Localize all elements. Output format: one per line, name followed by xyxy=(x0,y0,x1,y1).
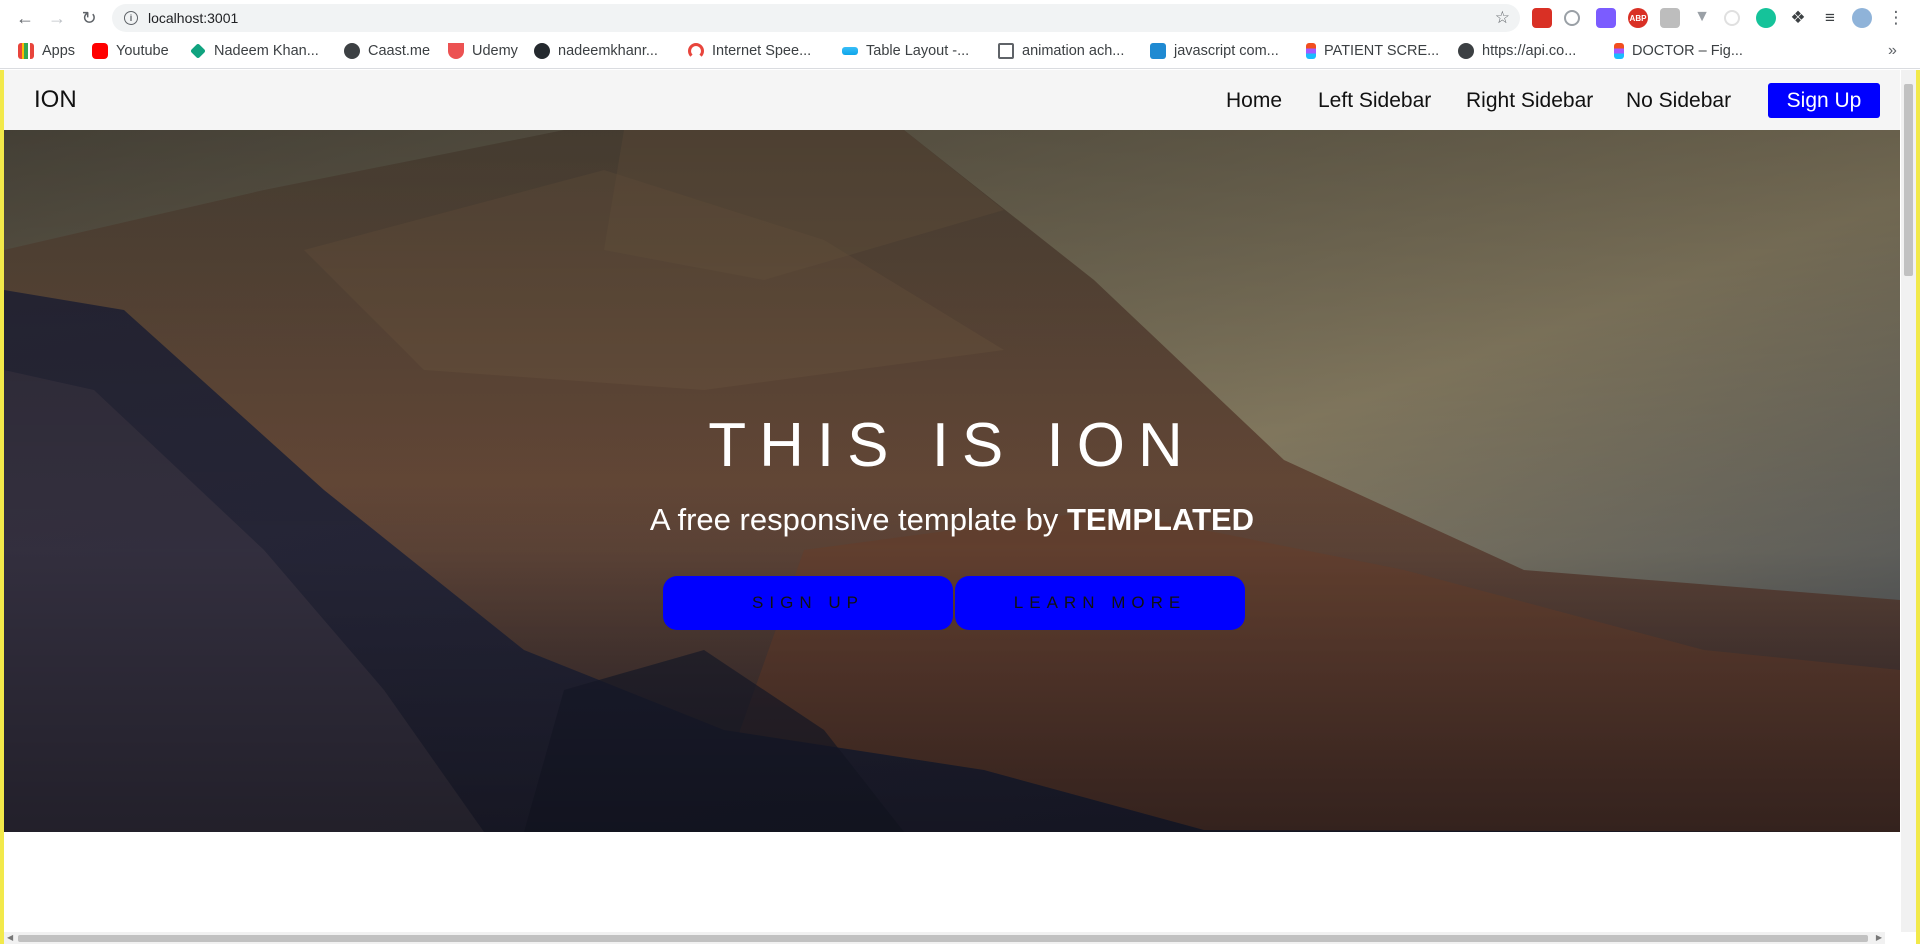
bookmark-label: animation ach... xyxy=(1022,43,1125,59)
figma-icon xyxy=(1614,43,1624,59)
figma-icon xyxy=(1306,43,1316,59)
bookmark-github[interactable]: nadeemkhanr... xyxy=(534,41,658,61)
site-header: ION Home Left Sidebar Right Sidebar No S… xyxy=(4,70,1900,130)
bookmark-label: javascript com... xyxy=(1174,43,1279,59)
page-viewport: ION Home Left Sidebar Right Sidebar No S… xyxy=(0,70,1920,944)
hero-subtitle-text: A free responsive template by xyxy=(649,502,1067,537)
github-icon xyxy=(534,43,550,59)
bookmark-internet-speed[interactable]: Internet Spee... xyxy=(688,41,811,61)
hero-learn-more-button[interactable]: Learn More xyxy=(955,576,1245,630)
diamond-icon xyxy=(190,43,206,59)
hero-subtitle: A free responsive template by TEMPLATED xyxy=(4,502,1900,538)
apps-grid-icon xyxy=(18,43,34,59)
browser-chrome: ← → ↻ i localhost:3001 ☆ ABP ▼ ❖ ≡ ⋮ App… xyxy=(0,0,1920,70)
bookmark-label: Caast.me xyxy=(368,43,431,59)
extension-icon[interactable] xyxy=(1564,10,1580,26)
bookmark-label: PATIENT SCRE... xyxy=(1324,43,1440,59)
bookmark-patient-screen[interactable]: PATIENT SCRE... xyxy=(1306,41,1439,61)
bookmark-label: Apps xyxy=(42,43,76,59)
extension-icon[interactable] xyxy=(1532,8,1552,28)
address-bar[interactable]: i localhost:3001 ☆ xyxy=(112,4,1520,32)
globe-icon xyxy=(344,43,360,59)
scroll-right-arrow-icon[interactable]: ▶ xyxy=(1876,933,1882,942)
profile-avatar-icon[interactable] xyxy=(1852,8,1872,28)
bookmark-label: Table Layout -... xyxy=(866,43,970,59)
vertical-scroll-thumb[interactable] xyxy=(1904,84,1913,276)
bookmark-nadeem-khan[interactable]: Nadeem Khan... xyxy=(190,41,319,61)
bookmark-label: Youtube xyxy=(116,43,169,59)
horizontal-scroll-thumb[interactable] xyxy=(18,935,1868,942)
bookmark-api[interactable]: https://api.co... xyxy=(1458,41,1576,61)
hero-title: THIS IS ION xyxy=(708,411,1196,480)
bookmark-udemy[interactable]: Udemy xyxy=(448,41,518,61)
bookmark-apps[interactable]: Apps xyxy=(18,41,75,61)
hero-banner: THIS IS ION A free responsive template b… xyxy=(4,130,1900,832)
grammarly-icon[interactable] xyxy=(1756,8,1776,28)
horizontal-scrollbar[interactable]: ◀ ▶ xyxy=(4,932,1885,944)
nav-right-sidebar[interactable]: Right Sidebar xyxy=(1466,89,1593,113)
udemy-icon xyxy=(448,43,464,59)
site-info-icon[interactable]: i xyxy=(124,11,138,25)
bookmark-label: Udemy xyxy=(472,43,518,59)
bookmark-label: DOCTOR – Fig... xyxy=(1632,43,1743,59)
bookmark-table-layout[interactable]: Table Layout -... xyxy=(842,41,969,61)
bookmark-javascript[interactable]: javascript com... xyxy=(1150,41,1279,61)
hero-signup-button[interactable]: Sign Up xyxy=(663,576,953,630)
adblock-icon[interactable]: ABP xyxy=(1628,8,1648,28)
bookmark-label: nadeemkhanr... xyxy=(558,43,658,59)
nav-left-sidebar[interactable]: Left Sidebar xyxy=(1318,89,1431,113)
tailwind-icon xyxy=(842,47,858,55)
bookmark-label: Internet Spee... xyxy=(712,43,812,59)
reading-list-icon[interactable]: ≡ xyxy=(1820,8,1840,28)
speedometer-icon xyxy=(688,43,704,59)
back-arrow-icon[interactable]: ← xyxy=(12,5,38,31)
bookmark-label: Nadeem Khan... xyxy=(214,43,319,59)
bookmark-caast[interactable]: Caast.me xyxy=(344,41,430,61)
bookmark-label: https://api.co... xyxy=(1482,43,1577,59)
more-menu-icon[interactable]: ⋮ xyxy=(1886,8,1906,28)
signup-nav-button[interactable]: Sign Up xyxy=(1768,83,1880,118)
site-icon xyxy=(1150,43,1166,59)
page-icon xyxy=(998,43,1014,59)
mountain-background-image xyxy=(4,130,1900,832)
nav-no-sidebar[interactable]: No Sidebar xyxy=(1626,89,1731,113)
vertical-scrollbar[interactable] xyxy=(1901,70,1916,932)
url-text: localhost:3001 xyxy=(148,10,239,26)
bookmark-youtube[interactable]: Youtube xyxy=(92,41,169,61)
nav-home[interactable]: Home xyxy=(1226,89,1282,113)
bookmark-doctor-figma[interactable]: DOCTOR – Fig... xyxy=(1614,41,1743,61)
bookmarks-overflow-icon[interactable]: » xyxy=(1888,41,1897,61)
youtube-icon xyxy=(92,43,108,59)
globe-icon xyxy=(1458,43,1474,59)
puzzle-extensions-icon[interactable]: ❖ xyxy=(1788,8,1808,28)
extension-icon[interactable] xyxy=(1724,10,1740,26)
extension-icon[interactable] xyxy=(1660,8,1680,28)
extension-icon[interactable] xyxy=(1596,8,1616,28)
vue-devtools-icon[interactable]: ▼ xyxy=(1692,8,1712,28)
bookmark-animation[interactable]: animation ach... xyxy=(998,41,1124,61)
reload-icon[interactable]: ↻ xyxy=(76,5,102,31)
scroll-left-arrow-icon[interactable]: ◀ xyxy=(7,933,13,942)
bookmark-star-icon[interactable]: ☆ xyxy=(1495,8,1510,28)
forward-arrow-icon[interactable]: → xyxy=(44,5,70,31)
browser-toolbar: ← → ↻ i localhost:3001 ☆ ABP ▼ ❖ ≡ ⋮ xyxy=(0,0,1920,36)
site-logo[interactable]: ION xyxy=(34,86,77,114)
hero-subtitle-brand: TEMPLATED xyxy=(1066,502,1255,537)
